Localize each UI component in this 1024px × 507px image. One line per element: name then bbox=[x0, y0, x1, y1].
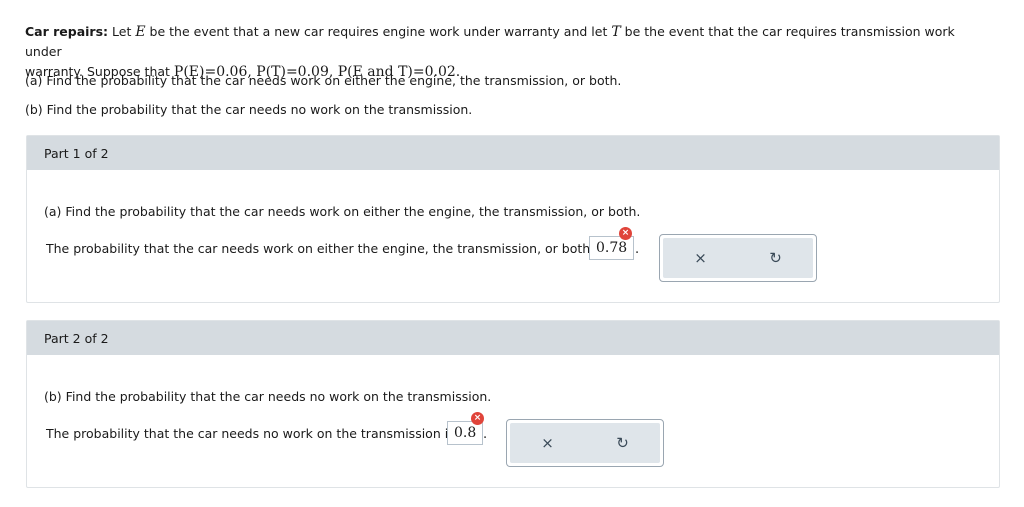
part-1-question: (a) Find the probability that the car ne… bbox=[44, 204, 641, 219]
problem-title: Car repairs: bbox=[25, 24, 109, 39]
close-icon: × bbox=[694, 249, 707, 267]
undo-icon: ↻ bbox=[769, 249, 782, 267]
part-1-panel: Part 1 of 2 (a) Find the probability tha… bbox=[26, 135, 1000, 303]
part-2-question: (b) Find the probability that the car ne… bbox=[44, 389, 492, 404]
clear-button[interactable]: × bbox=[510, 423, 585, 463]
part-2-toolbox: × ↻ bbox=[506, 419, 664, 467]
part-2-answer-text: The probability that the car needs no wo… bbox=[46, 426, 455, 441]
intro-text-2: be the event that a new car requires eng… bbox=[145, 24, 612, 39]
part-1-period: . bbox=[635, 242, 640, 257]
error-icon: × bbox=[619, 227, 632, 240]
part-1-header: Part 1 of 2 bbox=[27, 136, 999, 170]
reset-button[interactable]: ↻ bbox=[738, 238, 813, 278]
clear-button[interactable]: × bbox=[663, 238, 738, 278]
var-e: E bbox=[135, 24, 146, 40]
part-2-period: . bbox=[483, 427, 488, 442]
part-1-toolbox: × ↻ bbox=[659, 234, 817, 282]
var-t: T bbox=[611, 24, 621, 40]
reset-button[interactable]: ↻ bbox=[585, 423, 660, 463]
intro-text-1: Let bbox=[108, 24, 136, 39]
question-b: (b) Find the probability that the car ne… bbox=[25, 102, 473, 117]
question-a: (a) Find the probability that the car ne… bbox=[25, 73, 622, 88]
error-icon: × bbox=[471, 412, 484, 425]
part-2-header: Part 2 of 2 bbox=[27, 321, 999, 355]
part-2-panel: Part 2 of 2 (b) Find the probability tha… bbox=[26, 320, 1000, 488]
part-1-answer-text: The probability that the car needs work … bbox=[46, 241, 605, 256]
undo-icon: ↻ bbox=[616, 434, 629, 452]
close-icon: × bbox=[541, 434, 554, 452]
